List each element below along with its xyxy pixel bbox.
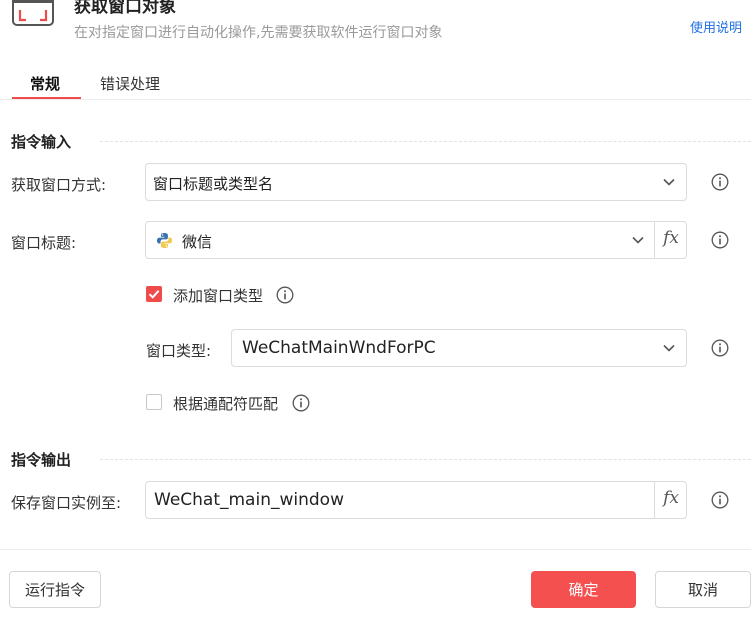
section-divider: [100, 459, 751, 460]
window-method-select[interactable]: 窗口标题或类型名: [145, 163, 687, 201]
python-icon: [156, 232, 173, 249]
tab-error-handling[interactable]: 错误处理: [100, 73, 160, 94]
add-window-type-label[interactable]: 添加窗口类型: [173, 285, 263, 306]
confirm-button[interactable]: 确定: [531, 571, 636, 608]
window-method-label: 获取窗口方式:: [11, 176, 107, 194]
save-instance-input[interactable]: WeChat_main_window fx: [145, 481, 687, 519]
output-section-title: 指令输出: [11, 451, 72, 469]
wildcard-match-checkbox[interactable]: [146, 394, 162, 410]
add-window-type-checkbox[interactable]: [146, 286, 162, 302]
help-link[interactable]: 使用说明: [690, 17, 742, 36]
window-method-value: 窗口标题或类型名: [153, 175, 274, 193]
fx-separator: [654, 482, 655, 518]
section-divider: [100, 141, 751, 142]
info-icon[interactable]: [711, 231, 729, 249]
checkmark-icon: [148, 290, 160, 299]
chevron-down-icon: [632, 236, 644, 244]
page-subtitle: 在对指定窗口进行自动化操作,先需要获取软件运行窗口对象: [74, 25, 443, 41]
fx-separator: [654, 222, 655, 258]
tabs-divider: [0, 99, 751, 100]
input-section-title: 指令输入: [11, 133, 72, 151]
cancel-button[interactable]: 取消: [655, 571, 751, 608]
window-title-select[interactable]: 微信 fx: [145, 221, 687, 259]
info-icon[interactable]: [276, 286, 294, 304]
wildcard-match-label[interactable]: 根据通配符匹配: [173, 393, 278, 414]
info-icon[interactable]: [711, 491, 729, 509]
save-instance-label: 保存窗口实例至:: [11, 494, 122, 512]
info-icon[interactable]: [711, 339, 729, 357]
footer-divider: [0, 549, 751, 550]
info-icon[interactable]: [711, 173, 729, 191]
chevron-down-icon: [663, 344, 675, 352]
run-command-button[interactable]: 运行指令: [9, 571, 101, 608]
info-icon[interactable]: [292, 394, 310, 412]
tab-general[interactable]: 常规: [30, 73, 60, 94]
window-type-label: 窗口类型:: [146, 342, 212, 360]
fx-expression-button[interactable]: fx: [663, 228, 679, 248]
chevron-down-icon: [663, 178, 675, 186]
window-app-icon: [12, 0, 54, 26]
window-type-select[interactable]: WeChatMainWndForPC: [231, 329, 687, 367]
page-title: 获取窗口对象: [74, 0, 176, 17]
window-title-label: 窗口标题:: [11, 234, 77, 252]
window-title-value: 微信: [182, 233, 213, 251]
window-type-value: WeChatMainWndForPC: [242, 338, 436, 358]
save-instance-value: WeChat_main_window: [154, 490, 344, 510]
fx-expression-button[interactable]: fx: [663, 488, 679, 508]
